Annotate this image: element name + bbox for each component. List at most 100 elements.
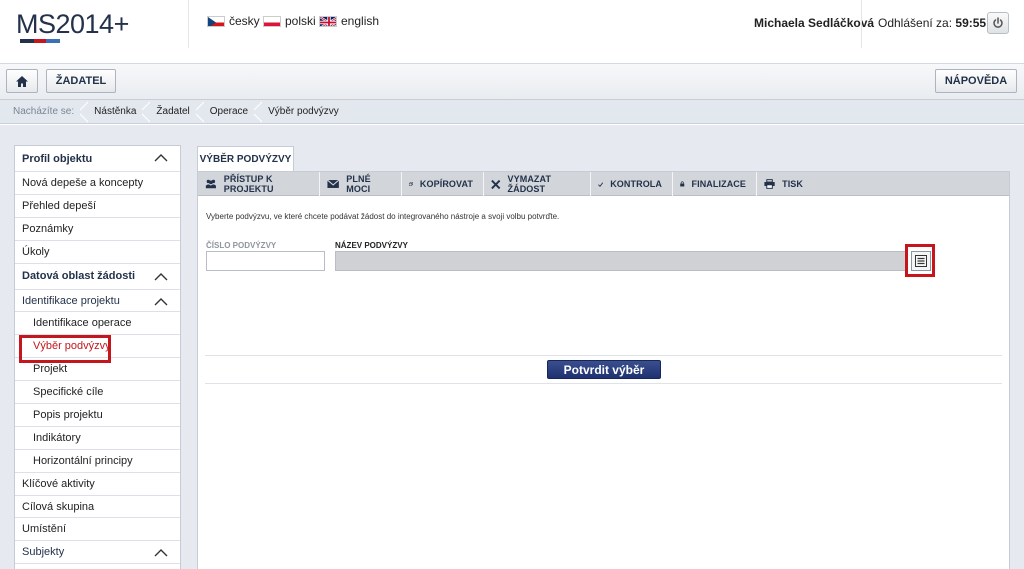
sidebar-item-specificke-cile[interactable]: Specifické cíle [15,381,180,405]
cz-flag-icon [207,15,225,27]
highlight-vyber-podvyzvy [19,335,111,363]
sidebar-item-label: Subjekty [22,546,65,559]
check-icon [598,181,604,187]
sidebar-item-label: Projekt [33,363,68,376]
action-label: PLNÉ MOCI [346,174,371,194]
sidebar-item-horizontalni-principy[interactable]: Horizontální principy [15,450,180,473]
lock-icon [680,181,685,187]
sidebar-item-label: Cílová skupina [22,500,95,513]
sidebar-item-cilova-skupina[interactable]: Cílová skupina [15,496,180,519]
chevron-up-icon[interactable] [154,272,168,281]
action-label: KONTROLA [610,179,662,189]
action-label: PŘÍSTUP K PROJEKTU [223,174,274,194]
lang-cesky[interactable]: česky [207,14,260,28]
sidebar-item-klicove-aktivity[interactable]: Klíčové aktivity [15,473,180,496]
sidebar-item-label: Nová depeše a koncepty [22,176,144,189]
ms2014-logo[interactable]: MS2014+ [16,9,186,43]
divider [205,355,1002,356]
logo-stripe [20,39,60,43]
sidebar-item-label: Přehled depeší [22,199,96,212]
sidebar-item-label: Profil objektu [22,152,93,165]
lang-label: polski [285,14,316,28]
people-icon [205,179,216,189]
breadcrumb-prefix: Nacházíte se: [0,99,89,124]
breadcrumb-current: Výběr podvýzvy [268,106,339,117]
app-header: MS2014+ česky polski english Michaela Se… [0,0,1024,64]
home-button[interactable] [6,69,38,93]
copy-button[interactable]: KOPÍROVAT [402,172,484,196]
sidebar-item-identifikace-projektu[interactable]: Identifikace projektu [15,290,180,313]
lang-label: česky [229,14,260,28]
main-toolbar: ŽADATEL NÁPOVĚDA [0,64,1024,100]
print-button[interactable]: TISK [757,172,813,196]
power-icon [993,17,1003,28]
uk-flag-icon [319,15,337,27]
sidebar-item-label: Úkoly [22,245,50,258]
cislo-podvyzvy-label: ČÍSLO PODVÝZVY [206,241,277,250]
action-label: FINALIZACE [691,179,746,189]
help-button[interactable]: NÁPOVĚDA [935,69,1017,93]
home-icon [16,75,28,87]
x-icon [491,179,501,189]
applicant-button[interactable]: ŽADATEL [46,69,116,93]
nazev-podvyzvy-input [335,251,908,271]
action-label: TISK [782,179,803,189]
copy-icon [409,182,413,186]
sidebar-item-datova-oblast[interactable]: Datová oblast žádosti [15,264,180,290]
confirm-selection-button[interactable]: Potvrdit výběr [547,360,661,379]
sidebar-item-indikatory[interactable]: Indikátory [15,427,180,450]
sidebar-item-ukoly[interactable]: Úkoly [15,241,180,264]
chevron-up-icon[interactable] [154,549,168,557]
action-label: VYMAZAT ŽÁDOST [507,174,552,194]
delete-application-button[interactable]: VYMAZAT ŽÁDOST [484,172,591,196]
sidebar-item-prehled-depesi[interactable]: Přehled depeší [15,195,180,218]
printer-icon [764,179,775,189]
sidebar-item-poznamky[interactable]: Poznámky [15,218,180,241]
lang-polski[interactable]: polski [263,14,316,28]
header-divider [861,0,862,48]
logo-text: MS2014+ [16,9,129,39]
finalize-button[interactable]: FINALIZACE [673,172,757,196]
sidebar-item-identifikace-operace[interactable]: Identifikace operace [15,312,180,336]
sidebar-item-label: Datová oblast žádosti [22,270,136,283]
divider [205,383,1002,384]
action-label: KOPÍROVAT [419,179,473,189]
logout-button[interactable] [987,12,1009,34]
highlight-list-button [905,244,935,277]
sidebar-item-label: Horizontální principy [33,454,133,467]
nazev-podvyzvy-label: NÁZEV PODVÝZVY [335,241,408,250]
sidebar-item-popis-projektu[interactable]: Popis projektu [15,404,180,427]
breadcrumb-item[interactable]: Operace [200,99,263,124]
sidebar-item-nova-depese[interactable]: Nová depeše a koncepty [15,172,180,195]
action-bar: PŘÍSTUP K PROJEKTU PLNÉ MOCI KOPÍROVAT V… [198,172,1009,196]
main-panel: PŘÍSTUP K PROJEKTU PLNÉ MOCI KOPÍROVAT V… [197,171,1010,569]
sidebar-item-label: Identifikace operace [33,317,132,330]
chevron-up-icon[interactable] [154,154,168,162]
check-button[interactable]: KONTROLA [591,172,673,196]
sidebar-item-umisteni[interactable]: Umístění [15,518,180,542]
sidebar-item-label: Specifické cíle [33,386,104,399]
sidebar-item-label: Indikátory [33,431,81,444]
sidebar-item-subjekty[interactable]: Subjekty [15,541,180,565]
cislo-podvyzvy-input[interactable] [206,251,325,271]
sidebar-item-label: Klíčové aktivity [22,477,95,490]
pl-flag-icon [263,15,281,27]
sidebar-item-label: Popis projektu [33,408,103,421]
power-of-attorney-button[interactable]: PLNÉ MOCI [320,172,402,196]
lang-label: english [341,14,380,28]
user-name[interactable]: Michaela Sedláčková [754,16,874,30]
breadcrumb-item[interactable]: Nástěnka [84,99,151,124]
instructions-text: Vyberte podvýzvu, ve které chcete podáva… [206,212,560,221]
lang-english[interactable]: english [319,14,379,28]
chevron-up-icon[interactable] [154,297,168,306]
breadcrumb-item[interactable]: Žadatel [146,99,205,124]
header-divider [188,0,189,48]
access-project-button[interactable]: PŘÍSTUP K PROJEKTU [198,172,320,196]
logout-timer-text: Odhlášení za: 59:55 [878,16,986,30]
tab-vyber-podvyzvy[interactable]: VÝBĚR PODVÝZVY [197,146,294,172]
sidebar-item-label: Identifikace projektu [22,294,120,307]
envelope-icon [327,179,340,188]
sidebar-item-profil-objektu[interactable]: Profil objektu [15,146,180,172]
sidebar-item-label: Umístění [22,523,67,536]
logout-timer: 59:55 [955,16,987,30]
